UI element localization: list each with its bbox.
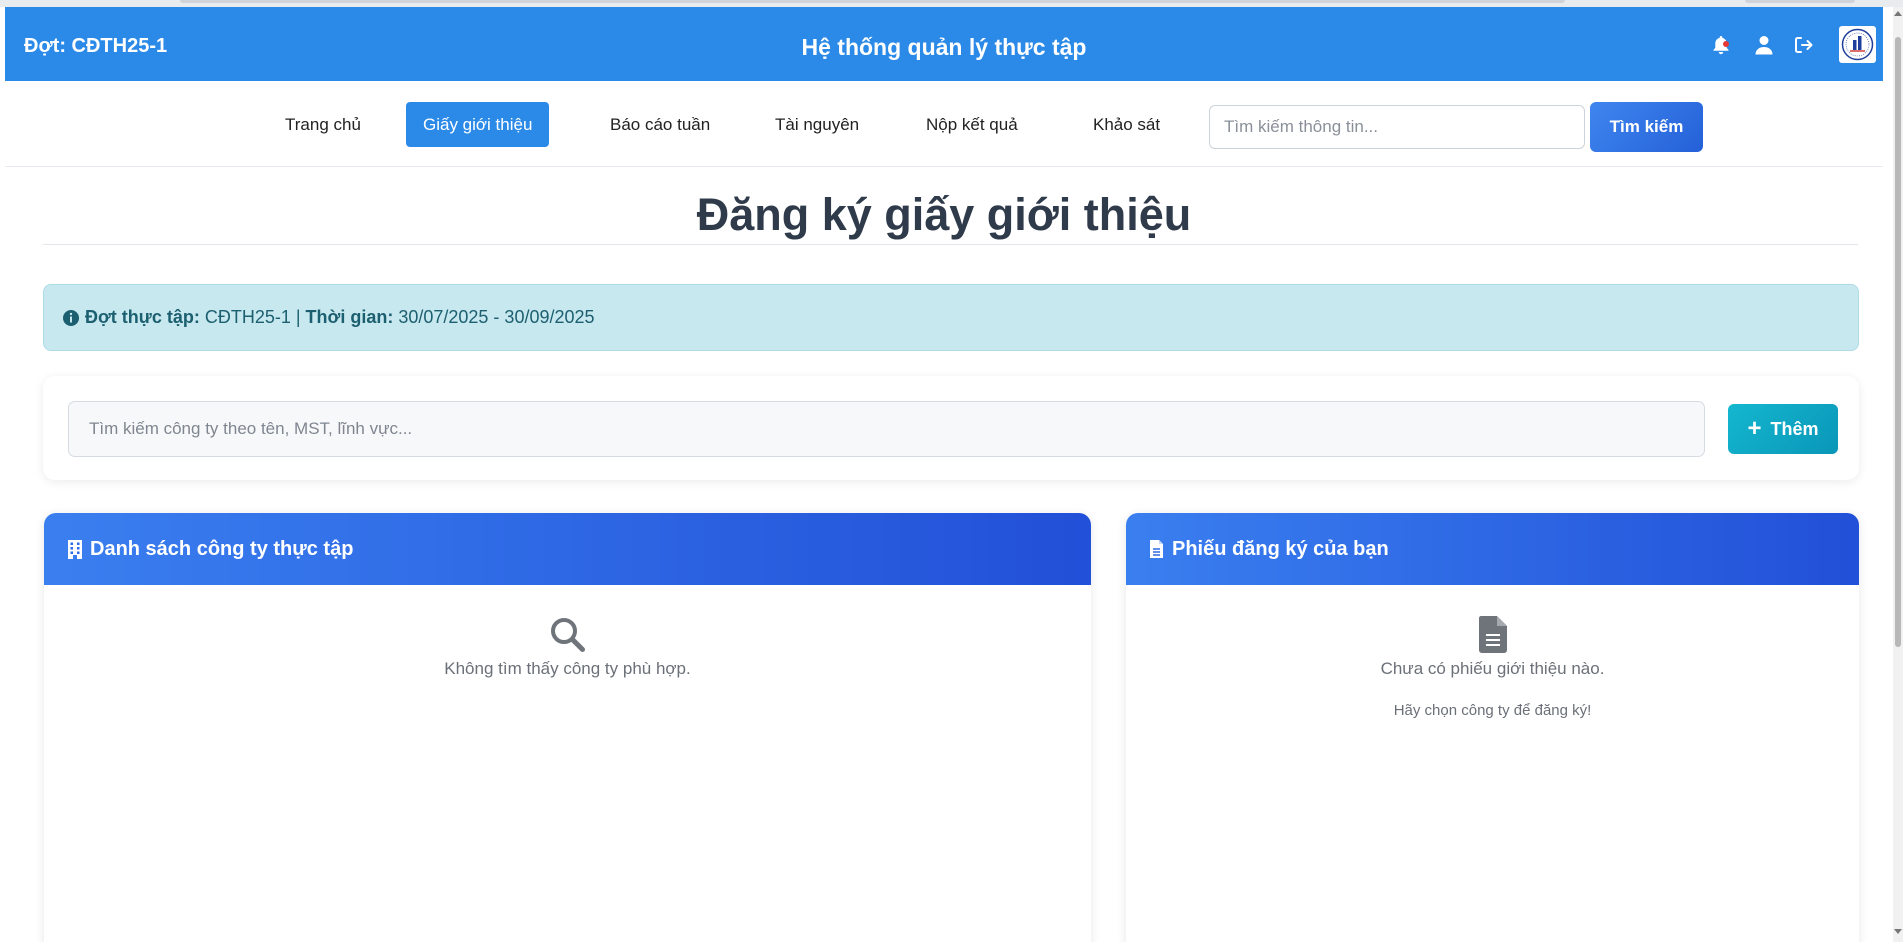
system-title: Hệ thống quản lý thực tập bbox=[801, 34, 1087, 60]
header-bar: Đợt: CĐTH25-1 Hệ thống quản lý thực tập bbox=[5, 7, 1883, 81]
scrollbar-thumb[interactable] bbox=[1895, 37, 1901, 647]
scroll-down-arrow-icon[interactable] bbox=[1894, 929, 1902, 934]
scroll-up-arrow-icon[interactable] bbox=[1894, 11, 1902, 16]
page-title: Đăng ký giấy giới thiệu bbox=[696, 189, 1192, 240]
add-button-label: Thêm bbox=[1770, 418, 1819, 439]
browser-button-edge bbox=[1745, 0, 1855, 3]
logout-icon[interactable] bbox=[1793, 34, 1815, 56]
document-icon bbox=[1126, 616, 1859, 653]
applications-panel-title: Phiếu đăng ký của bạn bbox=[1172, 537, 1389, 560]
plus-icon: + bbox=[1747, 415, 1762, 442]
file-icon bbox=[1149, 539, 1165, 559]
applications-hint-text: Hãy chọn công ty để đăng ký! bbox=[1393, 702, 1592, 719]
alert-separator: | bbox=[295, 307, 301, 327]
nav-item-home[interactable]: Trang chủ bbox=[268, 102, 378, 147]
nav-item-introduction-letter[interactable]: Giấy giới thiệu bbox=[406, 102, 550, 147]
notification-dot bbox=[1723, 41, 1729, 47]
browser-chrome bbox=[0, 0, 1903, 7]
title-divider bbox=[43, 244, 1858, 245]
info-alert: Đợt thực tập: CĐTH25-1 | Thời gian: 30/0… bbox=[43, 284, 1859, 351]
nav-item-submit-results[interactable]: Nộp kết quả bbox=[909, 102, 1035, 147]
period-label: Đợt thực tập: bbox=[85, 307, 200, 327]
companies-panel-header: Danh sách công ty thực tập bbox=[44, 513, 1091, 585]
period-value: CĐTH25-1 bbox=[204, 307, 291, 327]
main-nav: Trang chủ Giấy giới thiệu Báo cáo tuần T… bbox=[5, 81, 1883, 167]
companies-panel: Danh sách công ty thực tập Không tìm thấ… bbox=[44, 513, 1091, 942]
company-search-card: + Thêm bbox=[43, 376, 1859, 480]
applications-empty-text: Chưa có phiếu giới thiệu nào. bbox=[1380, 659, 1605, 678]
search-button[interactable]: Tìm kiếm bbox=[1590, 102, 1703, 152]
school-logo[interactable] bbox=[1839, 26, 1876, 63]
companies-panel-title: Danh sách công ty thực tập bbox=[90, 537, 354, 560]
user-icon[interactable] bbox=[1753, 34, 1775, 56]
company-search-input[interactable] bbox=[68, 401, 1705, 457]
companies-empty-text: Không tìm thấy công ty phù hợp. bbox=[444, 659, 691, 678]
nav-item-resources[interactable]: Tài nguyên bbox=[758, 102, 876, 147]
add-button[interactable]: + Thêm bbox=[1728, 404, 1838, 454]
time-label: Thời gian: bbox=[305, 307, 394, 327]
time-value: 30/07/2025 - 30/09/2025 bbox=[398, 307, 595, 327]
address-bar-edge bbox=[180, 0, 1565, 3]
browser-window: Đợt: CĐTH25-1 Hệ thống quản lý thực tập … bbox=[0, 0, 1903, 942]
bell-icon[interactable] bbox=[1710, 34, 1732, 56]
nav-item-survey[interactable]: Khảo sát bbox=[1076, 102, 1177, 147]
building-icon bbox=[67, 539, 83, 559]
nav-item-weekly-report[interactable]: Báo cáo tuần bbox=[593, 102, 727, 147]
search-input[interactable] bbox=[1209, 105, 1585, 149]
applications-panel-header: Phiếu đăng ký của bạn bbox=[1126, 513, 1859, 585]
page: Đợt: CĐTH25-1 Hệ thống quản lý thực tập … bbox=[5, 7, 1883, 942]
info-circle-icon bbox=[62, 309, 80, 327]
page-scrollbar[interactable] bbox=[1893, 7, 1903, 942]
search-icon bbox=[44, 616, 1091, 654]
applications-panel: Phiếu đăng ký của bạn Chưa có phiếu giới… bbox=[1126, 513, 1859, 942]
